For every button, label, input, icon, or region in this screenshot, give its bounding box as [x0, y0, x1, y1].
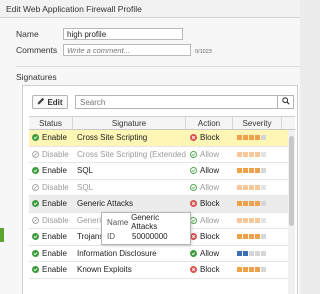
action-text: Block: [200, 265, 220, 275]
column-header-spacer: [282, 117, 295, 129]
search-button[interactable]: [277, 96, 293, 108]
column-header-status[interactable]: Status: [29, 117, 73, 129]
check-circle-icon: [32, 266, 39, 274]
table-row[interactable]: Enable Known Exploits Block: [29, 262, 295, 279]
pencil-icon: [37, 97, 45, 107]
table-row[interactable]: Enable Generic Attacks Block: [29, 196, 295, 213]
search-icon: [281, 97, 290, 107]
search-box: [75, 95, 294, 109]
action-text: Allow: [200, 149, 220, 159]
tooltip-name-value: Generic Attacks: [131, 213, 160, 231]
status-text: Enable: [42, 248, 67, 258]
status-text: Disable: [42, 182, 69, 192]
table-header: Status Signature Action Severity: [29, 116, 295, 130]
status-text: Disable: [42, 215, 69, 225]
table-body: Enable Cross Site Scripting Block Disabl…: [29, 130, 295, 294]
name-label: Name: [16, 29, 39, 39]
action-text: Allow: [200, 182, 220, 192]
edit-button-label: Edit: [47, 97, 63, 107]
window-title: Edit Web Application Firewall Profile: [0, 0, 300, 18]
severity-bar: [237, 217, 266, 223]
tooltip-id-key: ID: [107, 231, 115, 241]
status-text: Disable: [42, 149, 69, 159]
table-scrollbar-thumb[interactable]: [289, 136, 294, 226]
severity-bar: [237, 250, 266, 256]
block-icon: [190, 266, 197, 274]
signature-name: SQL: [77, 166, 94, 176]
action-text: Allow: [200, 215, 220, 225]
comments-label: Comments: [16, 45, 58, 55]
signatures-table: Status Signature Action Severity Enable …: [29, 116, 295, 294]
severity-bar: [237, 151, 266, 157]
table-row[interactable]: Enable Cross Site Scripting Block: [29, 130, 295, 147]
column-header-signature[interactable]: Signature: [73, 117, 186, 129]
check-circle-icon: [32, 134, 39, 142]
block-icon: [190, 233, 197, 241]
action-text: Allow: [200, 248, 220, 258]
signature-tooltip: Name Generic Attacks ID 50000000: [101, 212, 191, 245]
table-row[interactable]: Enable SQL Allow: [29, 163, 295, 180]
disabled-circle-icon: [32, 183, 39, 191]
allow-check-icon: [190, 216, 197, 224]
signature-name: Cross Site Scripting: [77, 133, 148, 143]
block-icon: [190, 134, 197, 142]
allow-check-icon: [190, 167, 197, 175]
signature-name: Cross Site Scripting (Extended): [77, 149, 186, 159]
severity-bar: [237, 234, 266, 240]
severity-bar: [237, 184, 266, 190]
action-text: Block: [200, 199, 220, 209]
action-text: Allow: [200, 166, 220, 176]
check-circle-icon: [32, 249, 39, 257]
status-text: Enable: [42, 199, 67, 209]
status-text: Enable: [42, 166, 67, 176]
status-text: Enable: [42, 232, 67, 242]
left-accent-strip: [0, 228, 4, 242]
severity-bar: [237, 135, 266, 141]
signature-name: Information Disclosure: [77, 248, 157, 258]
signatures-panel: Edit Status Signature Action Severity: [22, 85, 298, 294]
table-row[interactable]: Enable Information Disclosure Allow: [29, 246, 295, 262]
action-text: Block: [200, 232, 220, 242]
action-text: Block: [200, 133, 220, 143]
check-circle-icon: [32, 233, 39, 241]
column-header-severity[interactable]: Severity: [233, 117, 282, 129]
column-header-action[interactable]: Action: [186, 117, 233, 129]
severity-bar: [237, 168, 266, 174]
tooltip-id-value: 50000000: [132, 231, 168, 241]
edit-profile-panel: Name Comments 0/1023 Signatures Edit Sta…: [0, 18, 300, 294]
name-input[interactable]: [63, 28, 183, 40]
status-text: Enable: [42, 133, 67, 143]
check-circle-icon: [32, 167, 39, 175]
signature-name: SQL: [77, 182, 94, 192]
comments-input[interactable]: [63, 44, 191, 56]
section-divider: [16, 66, 300, 67]
signature-name: Known Exploits: [77, 265, 132, 275]
edit-button[interactable]: Edit: [32, 95, 68, 109]
signatures-heading: Signatures: [16, 72, 57, 82]
allow-check-icon: [190, 249, 197, 257]
table-row[interactable]: Disable Cross Site Scripting (Extended) …: [29, 147, 295, 163]
tooltip-name-key: Name: [107, 217, 129, 227]
search-input[interactable]: [76, 96, 272, 108]
check-circle-icon: [32, 200, 39, 208]
disabled-circle-icon: [32, 150, 39, 158]
severity-bar: [237, 267, 266, 273]
block-icon: [190, 200, 197, 208]
severity-bar: [237, 201, 266, 207]
disabled-circle-icon: [32, 216, 39, 224]
status-text: Enable: [42, 265, 67, 275]
table-row[interactable]: Disable SQL Allow: [29, 180, 295, 196]
allow-check-icon: [190, 150, 197, 158]
comments-counter: 0/1023: [195, 49, 212, 55]
allow-check-icon: [190, 183, 197, 191]
signature-name: Generic Attacks: [77, 199, 134, 209]
